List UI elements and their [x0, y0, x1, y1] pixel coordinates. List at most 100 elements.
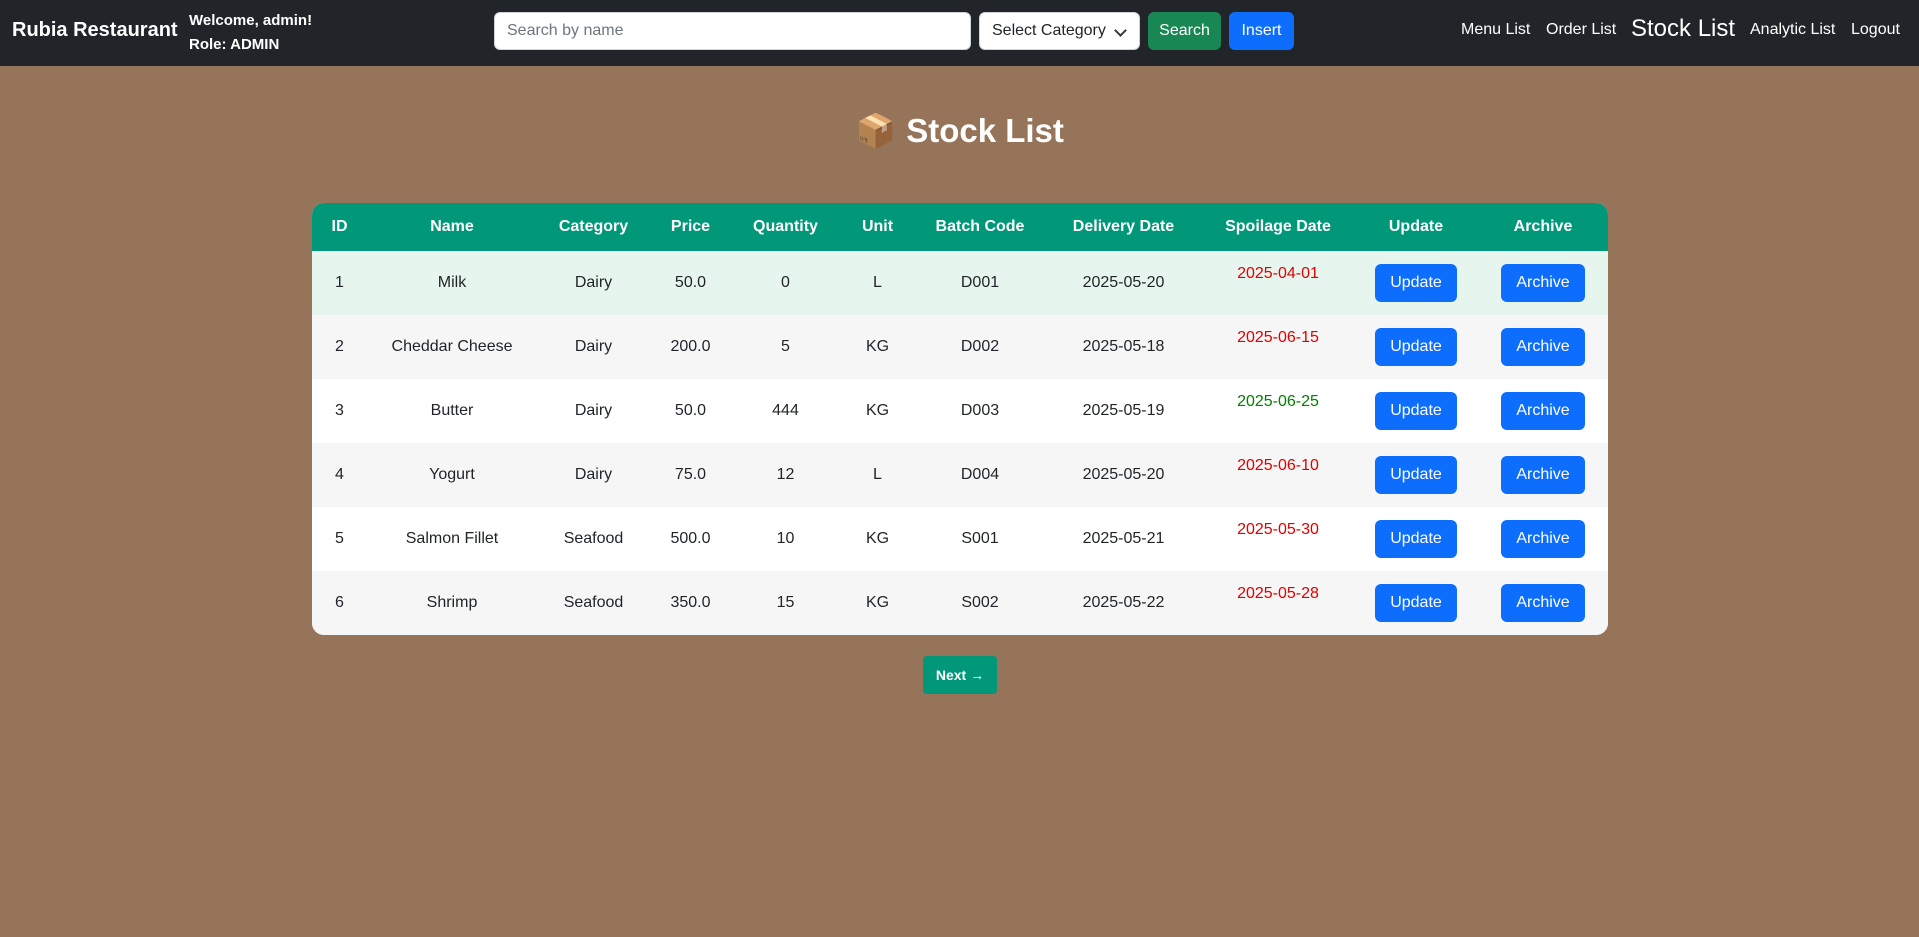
cell-quantity: 5	[781, 338, 790, 355]
cell-category: Dairy	[574, 338, 613, 355]
cell-unit: KG	[865, 338, 890, 355]
update-button[interactable]: Update	[1375, 520, 1457, 558]
cell-name: Shrimp	[426, 594, 478, 611]
category-select[interactable]: Select Category	[979, 12, 1140, 50]
cell-batch-code: D002	[960, 338, 1000, 355]
cell-category: Dairy	[574, 274, 613, 291]
cell-archive: Archive	[1478, 251, 1608, 315]
brand-name[interactable]: Rubia Restaurant	[12, 19, 178, 42]
cell-quantity: 10	[776, 530, 795, 547]
cell-archive: Archive	[1478, 507, 1608, 571]
table-row: 6 Shrimp Seafood 350.0 15 KG S002 2025-05-22 202…	[312, 571, 1608, 635]
cell-price: 50.0	[674, 402, 707, 419]
cell-name: Yogurt	[429, 466, 475, 483]
cell-spoilage-date: 2025-05-30	[1237, 521, 1319, 538]
cell-archive: Archive	[1478, 315, 1608, 379]
cell-update: Update	[1354, 443, 1478, 507]
cell-price: 50.0	[674, 274, 707, 291]
cell-update: Update	[1354, 379, 1478, 443]
cell-quantity: 444	[772, 402, 799, 419]
column-header: Price	[670, 218, 711, 235]
cell-id: 6	[335, 594, 344, 611]
table-body: 1 Milk Dairy 50.0 0 L D001 2025-05-20 2025-04-01…	[312, 251, 1608, 635]
cell-spoilage-date: 2025-06-15	[1237, 329, 1319, 346]
nav-logout[interactable]: Logout	[1851, 21, 1900, 39]
table-row: 4 Yogurt Dairy 75.0 12 L D004 2025-05-20 2025-06…	[312, 443, 1608, 507]
cell-name: Milk	[437, 274, 467, 291]
update-button[interactable]: Update	[1375, 584, 1457, 622]
cell-quantity: 0	[781, 274, 790, 291]
cell-archive: Archive	[1478, 571, 1608, 635]
column-header: ID	[331, 218, 348, 235]
table-row: 1 Milk Dairy 50.0 0 L D001 2025-05-20 2025-04-01…	[312, 251, 1608, 315]
cell-price: 500.0	[670, 530, 711, 547]
cell-unit: L	[873, 466, 882, 483]
next-page-button[interactable]: Next →	[923, 656, 997, 694]
table-row: 3 Butter Dairy 50.0 444 KG D003 2025-05-19 2025-…	[312, 379, 1608, 443]
archive-button[interactable]: Archive	[1501, 392, 1585, 430]
chevron-down-icon	[1114, 24, 1127, 37]
nav-analytic-list[interactable]: Analytic List	[1750, 21, 1835, 39]
cell-unit: KG	[865, 594, 890, 611]
update-button[interactable]: Update	[1375, 328, 1457, 366]
cell-delivery-date: 2025-05-20	[1082, 274, 1165, 291]
welcome-text: Welcome, admin!	[189, 12, 313, 29]
table-row: 5 Salmon Fillet Seafood 500.0 10 KG S001 2025-0…	[312, 507, 1608, 571]
cell-id: 2	[335, 338, 344, 355]
cell-spoilage-date: 2025-05-28	[1237, 585, 1319, 602]
cell-batch-code: S001	[961, 530, 999, 547]
table-header-row: ID Name Category Price Quantity Unit Batch Cod…	[312, 203, 1608, 251]
nav-stock-list[interactable]: Stock List	[1631, 15, 1735, 43]
navbar: Rubia Restaurant Welcome, admin! Role: A…	[0, 0, 1919, 66]
column-header: Quantity	[753, 218, 818, 235]
cell-quantity: 15	[776, 594, 795, 611]
stock-table-container: ID Name Category Price Quantity Unit Batch Cod…	[312, 203, 1608, 635]
cell-unit: KG	[865, 402, 890, 419]
table-row: 2 Cheddar Cheese Dairy 200.0 5 KG D002 2025-05-…	[312, 315, 1608, 379]
update-button[interactable]: Update	[1375, 264, 1457, 302]
cell-spoilage-date: 2025-06-10	[1237, 457, 1319, 474]
cell-delivery-date: 2025-05-21	[1082, 530, 1165, 547]
cell-name: Butter	[430, 402, 474, 419]
cell-delivery-date: 2025-05-18	[1082, 338, 1165, 355]
page-title: 📦 Stock List	[0, 112, 1919, 151]
search-input[interactable]	[494, 12, 971, 50]
cell-price: 75.0	[674, 466, 707, 483]
cell-batch-code: D004	[960, 466, 1000, 483]
column-header: Delivery Date	[1072, 218, 1175, 235]
cell-batch-code: S002	[961, 594, 999, 611]
cell-category: Seafood	[563, 530, 624, 547]
cell-batch-code: D003	[960, 402, 1000, 419]
cell-price: 350.0	[670, 594, 711, 611]
package-icon: 📦	[855, 112, 897, 149]
insert-button[interactable]: Insert	[1229, 12, 1294, 50]
cell-delivery-date: 2025-05-19	[1082, 402, 1165, 419]
archive-button[interactable]: Archive	[1501, 328, 1585, 366]
search-button[interactable]: Search	[1148, 12, 1221, 50]
archive-button[interactable]: Archive	[1501, 456, 1585, 494]
cell-archive: Archive	[1478, 443, 1608, 507]
archive-button[interactable]: Archive	[1501, 584, 1585, 622]
cell-price: 200.0	[670, 338, 711, 355]
column-header: Unit	[861, 218, 894, 235]
cell-update: Update	[1354, 251, 1478, 315]
user-info: Welcome, admin! Role: ADMIN	[189, 9, 312, 57]
update-button[interactable]: Update	[1375, 456, 1457, 494]
cell-id: 3	[335, 402, 344, 419]
nav-menu-list[interactable]: Menu List	[1461, 21, 1530, 39]
column-header: Archive	[1513, 218, 1573, 235]
archive-button[interactable]: Archive	[1501, 520, 1585, 558]
archive-button[interactable]: Archive	[1501, 264, 1585, 302]
cell-delivery-date: 2025-05-20	[1082, 466, 1165, 483]
update-button[interactable]: Update	[1375, 392, 1457, 430]
page-title-text: Stock List	[906, 112, 1064, 149]
cell-id: 5	[335, 530, 344, 547]
cell-spoilage-date: 2025-06-25	[1237, 393, 1319, 410]
column-header: Update	[1388, 218, 1444, 235]
nav-order-list[interactable]: Order List	[1546, 21, 1616, 39]
cell-unit: KG	[865, 530, 890, 547]
column-header: Batch Code	[935, 218, 1025, 235]
cell-category: Dairy	[574, 466, 613, 483]
cell-name: Salmon Fillet	[405, 530, 499, 547]
cell-spoilage-date: 2025-04-01	[1237, 265, 1319, 282]
